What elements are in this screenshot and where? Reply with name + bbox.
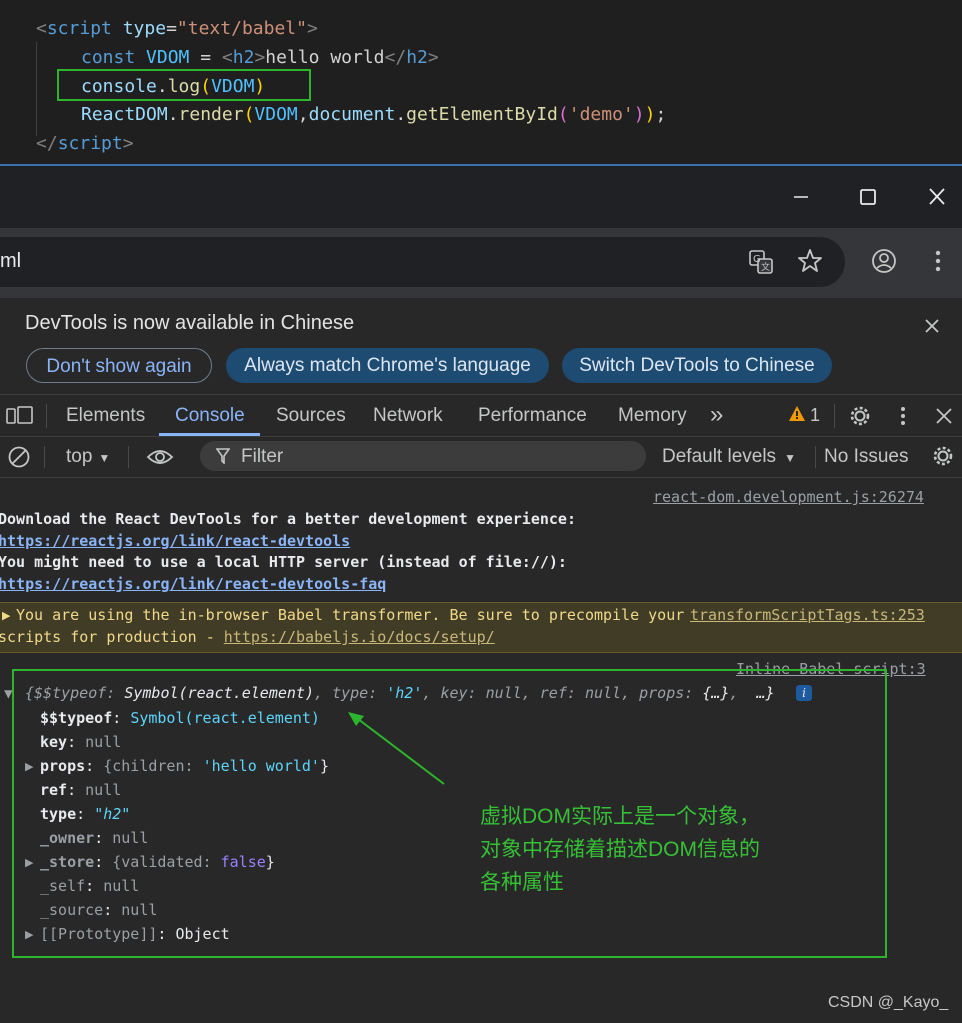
highlight-box-console-log xyxy=(57,69,311,101)
browser-title-bar xyxy=(0,166,962,228)
annotation-text: 虚拟DOM实际上是一个对象， 对象中存储着描述DOM信息的 各种属性 xyxy=(480,800,840,899)
code-line-1: <script type="text/babel"> xyxy=(36,18,318,39)
message-source-link[interactable]: react-dom.development.js:26274 xyxy=(653,487,924,507)
divider xyxy=(815,446,816,468)
divider xyxy=(46,404,47,428)
filter-icon xyxy=(215,448,231,469)
expand-triangle-icon[interactable]: ▶ xyxy=(2,609,10,622)
code-line-4: ReactDOM.render(VDOM,document.getElement… xyxy=(81,104,667,125)
warning-source-link[interactable]: transformScriptTags.ts:253 xyxy=(690,605,925,625)
more-vert-icon[interactable] xyxy=(928,248,948,274)
tab-elements[interactable]: Elements xyxy=(66,405,145,427)
svg-text:文: 文 xyxy=(761,261,770,273)
console-message-text: Download the React DevTools for a better… xyxy=(0,510,576,528)
switch-devtools-chinese-button[interactable]: Switch DevTools to Chinese xyxy=(562,348,832,383)
code-line-2: const VDOM = <h2>hello world</h2> xyxy=(81,47,439,68)
annotation-line: 虚拟DOM实际上是一个对象， xyxy=(480,805,760,828)
console-settings-gear-icon[interactable] xyxy=(931,444,955,473)
indent-guide xyxy=(36,42,37,136)
warning-count[interactable]: 1 xyxy=(810,405,820,426)
context-label: top xyxy=(66,446,93,467)
profile-icon[interactable] xyxy=(871,248,897,274)
annotation-line: 各种属性 xyxy=(480,871,564,894)
star-icon[interactable] xyxy=(797,248,823,274)
divider xyxy=(44,446,45,468)
log-levels-label: Default levels xyxy=(662,446,777,467)
active-tab-indicator xyxy=(159,433,260,436)
chevron-down-icon: ▼ xyxy=(784,451,796,465)
console-message-text: You might need to use a local HTTP serve… xyxy=(0,553,567,571)
warning-text: You are using the in-browser Babel trans… xyxy=(16,606,685,624)
divider xyxy=(128,446,129,468)
react-devtools-link[interactable]: https://reactjs.org/link/react-devtools xyxy=(0,531,350,551)
annotation-line: 对象中存储着描述DOM信息的 xyxy=(480,838,760,861)
close-icon[interactable] xyxy=(925,186,949,208)
divider xyxy=(834,404,835,428)
url-text[interactable]: ml xyxy=(0,250,21,273)
warning-icon[interactable] xyxy=(788,405,806,428)
omnibox[interactable] xyxy=(0,237,845,287)
translate-icon[interactable]: G文 xyxy=(748,249,774,275)
svg-text:G: G xyxy=(753,254,761,265)
issues-button[interactable]: No Issues xyxy=(824,446,908,468)
banner-title: DevTools is now available in Chinese xyxy=(25,312,355,334)
annotation-arrow-icon xyxy=(348,712,445,785)
device-toolbar-icon[interactable] xyxy=(6,405,34,432)
code-editor[interactable]: <script type="text/babel"> const VDOM = … xyxy=(0,0,962,166)
close-devtools-icon[interactable] xyxy=(933,405,955,432)
maximize-icon[interactable] xyxy=(856,186,880,208)
tab-memory[interactable]: Memory xyxy=(618,405,687,427)
watermark: CSDN @_Kayo_ xyxy=(828,994,949,1011)
filter-placeholder: Filter xyxy=(241,446,284,467)
warning-text-line2: scripts for production - https://babeljs… xyxy=(0,628,495,646)
clear-console-icon[interactable] xyxy=(7,445,31,474)
babel-setup-link[interactable]: https://babeljs.io/docs/setup/ xyxy=(224,628,495,646)
tab-console[interactable]: Console xyxy=(175,405,245,427)
dont-show-again-button[interactable]: Don't show again xyxy=(26,348,212,383)
tab-performance[interactable]: Performance xyxy=(478,405,587,427)
code-line-5: </script> xyxy=(36,133,134,154)
tab-network[interactable]: Network xyxy=(373,405,443,427)
more-tabs-icon[interactable]: » xyxy=(710,401,723,429)
minimize-icon[interactable] xyxy=(789,186,813,208)
settings-gear-icon[interactable] xyxy=(848,404,872,433)
devtools-menu-icon[interactable] xyxy=(893,404,913,433)
always-match-language-button[interactable]: Always match Chrome's language xyxy=(226,348,549,383)
chevron-down-icon: ▼ xyxy=(98,451,111,465)
eye-icon[interactable] xyxy=(146,447,174,472)
log-levels-select[interactable]: Default levels ▼ xyxy=(662,446,796,468)
react-devtools-faq-link[interactable]: https://reactjs.org/link/react-devtools-… xyxy=(0,574,386,594)
tab-sources[interactable]: Sources xyxy=(276,405,346,427)
banner-close-icon[interactable] xyxy=(922,316,942,342)
context-select[interactable]: top ▼ xyxy=(66,446,110,468)
